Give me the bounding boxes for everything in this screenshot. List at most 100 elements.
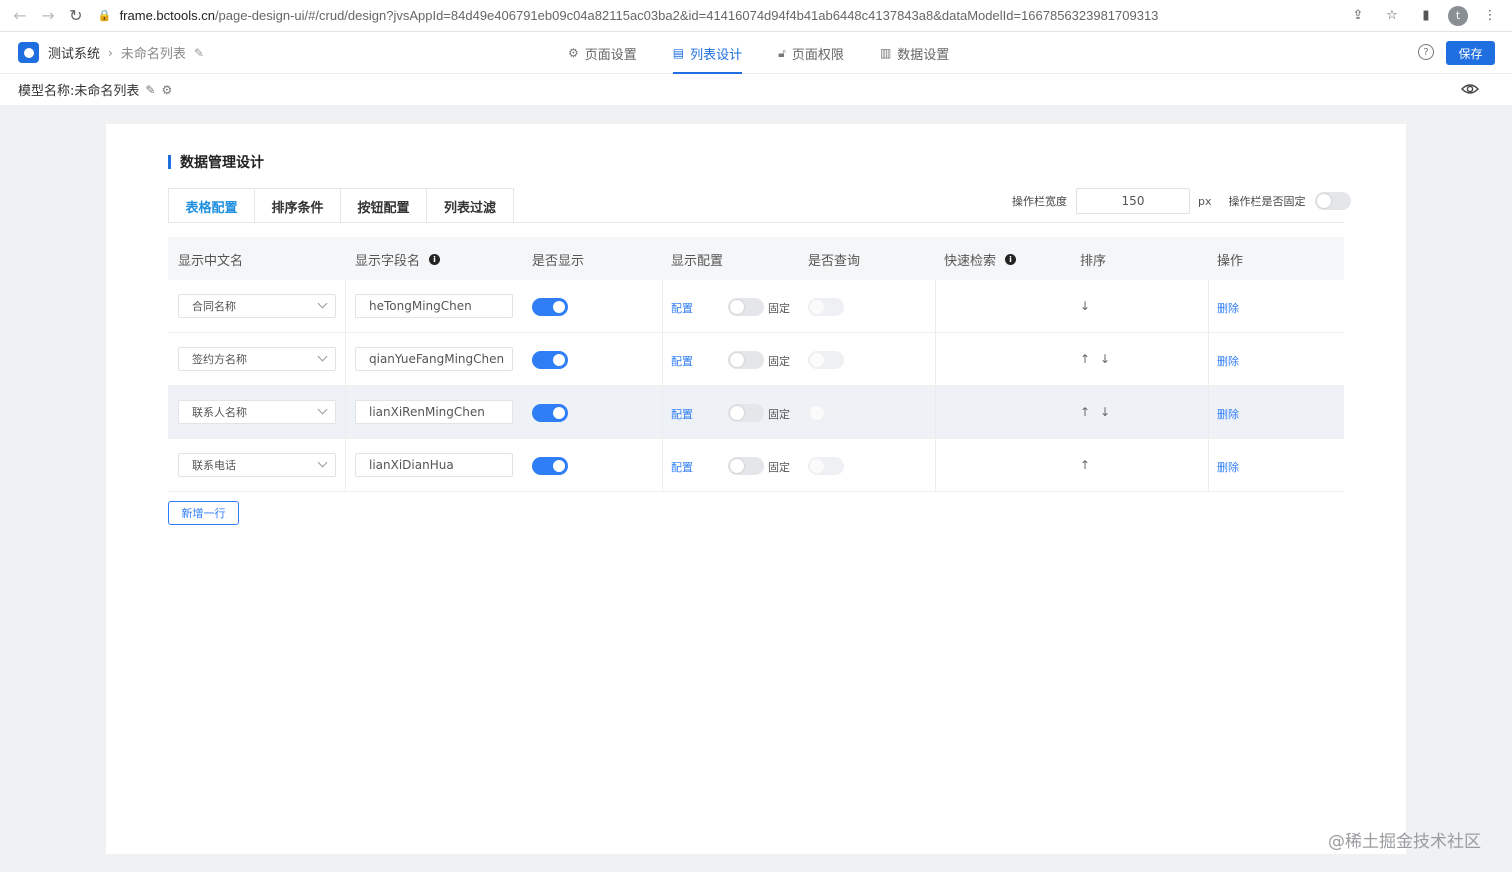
url-path: /page-design-ui/#/crud/design?jvsAppId=8… bbox=[214, 8, 1159, 23]
help-icon[interactable]: ? bbox=[1418, 44, 1434, 60]
chevron-down-icon bbox=[317, 298, 328, 309]
delete-link[interactable]: 删除 bbox=[1217, 300, 1239, 316]
app-header: 测试系统 › 未命名列表 ✎ ⚙ 页面设置 ▤ 列表设计 🔓︎ 页面权限 ▥ 数… bbox=[0, 32, 1512, 74]
field-table: 显示中文名 显示字段名 i 是否显示 显示配置 是否查询 快速检索 i 排序 操… bbox=[168, 237, 1344, 492]
add-row-button[interactable]: 新增一行 bbox=[168, 501, 239, 525]
share-icon[interactable]: ⇪ bbox=[1346, 4, 1370, 28]
design-card: 数据管理设计 表格配置 排序条件 按钮配置 列表过滤 操作栏宽度 150 px … bbox=[106, 124, 1406, 854]
back-icon[interactable]: ← bbox=[6, 2, 34, 30]
save-button[interactable]: 保存 bbox=[1446, 41, 1495, 65]
profile-avatar[interactable]: t bbox=[1448, 5, 1468, 26]
display-name-select[interactable]: 签约方名称 bbox=[178, 347, 336, 371]
page-name: 未命名列表 bbox=[120, 47, 186, 62]
fixed-label: 固定 bbox=[768, 302, 790, 315]
move-up-icon[interactable]: ↑ bbox=[1080, 405, 1090, 419]
op-width-input[interactable]: 150 bbox=[1076, 188, 1190, 214]
config-link[interactable]: 配置 bbox=[671, 353, 693, 369]
col-display-name: 显示中文名 bbox=[178, 254, 244, 269]
col-quick-search-text: 快速检索 bbox=[944, 254, 997, 269]
model-label: 模型名称: bbox=[18, 84, 75, 99]
tab-label: 页面设置 bbox=[584, 47, 637, 63]
tabs-divider bbox=[168, 222, 1344, 223]
settings-icon[interactable]: ⚙ bbox=[161, 83, 172, 97]
fixed-switch[interactable] bbox=[728, 351, 764, 369]
query-switch[interactable] bbox=[808, 351, 844, 369]
tab-page-settings[interactable]: ⚙ 页面设置 bbox=[568, 32, 637, 74]
field-name-input[interactable]: lianXiDianHua bbox=[355, 453, 513, 477]
show-switch[interactable] bbox=[532, 298, 568, 316]
address-bar[interactable]: 🔒 frame.bctools.cn /page-design-ui/#/cru… bbox=[98, 3, 1346, 29]
table-row: 联系人名称 lianXiRenMingChen 配置 固定 ↑ ↓ 删除 bbox=[168, 386, 1344, 439]
brand-logo-icon bbox=[18, 42, 39, 63]
fixed-label: 固定 bbox=[768, 355, 790, 368]
field-name-input[interactable]: qianYueFangMingChen bbox=[355, 347, 513, 371]
subtab-list-filter[interactable]: 列表过滤 bbox=[427, 189, 513, 223]
op-fixed-label: 操作栏是否固定 bbox=[1228, 195, 1306, 208]
eye-icon[interactable] bbox=[1461, 83, 1479, 95]
field-name-input[interactable]: lianXiRenMingChen bbox=[355, 400, 513, 424]
col-actions: 操作 bbox=[1217, 254, 1244, 269]
edit-icon[interactable]: ✎ bbox=[194, 46, 204, 60]
browser-toolbar: ← → ↻ 🔒 frame.bctools.cn /page-design-ui… bbox=[0, 0, 1512, 32]
config-link[interactable]: 配置 bbox=[671, 406, 693, 422]
fixed-switch[interactable] bbox=[728, 404, 764, 422]
fixed-switch[interactable] bbox=[728, 298, 764, 316]
tab-data-settings[interactable]: ▥ 数据设置 bbox=[880, 32, 949, 74]
chevron-down-icon bbox=[317, 351, 328, 362]
query-switch[interactable] bbox=[808, 457, 844, 475]
delete-link[interactable]: 删除 bbox=[1217, 459, 1239, 475]
info-icon[interactable]: i bbox=[429, 254, 441, 265]
col-show: 是否显示 bbox=[532, 254, 585, 269]
table-row: 合同名称 heTongMingChen 配置 固定 ↓ 删除 bbox=[168, 280, 1344, 333]
query-switch[interactable] bbox=[808, 298, 844, 316]
col-display-config: 显示配置 bbox=[671, 254, 724, 269]
display-name-select[interactable]: 联系电话 bbox=[178, 453, 336, 477]
config-link[interactable]: 配置 bbox=[671, 459, 693, 475]
star-icon[interactable]: ☆ bbox=[1380, 4, 1404, 28]
delete-link[interactable]: 删除 bbox=[1217, 353, 1239, 369]
display-name-select[interactable]: 合同名称 bbox=[178, 294, 336, 318]
tab-list-design[interactable]: ▤ 列表设计 bbox=[672, 32, 743, 74]
tab-label: 页面权限 bbox=[791, 47, 844, 63]
delete-link[interactable]: 删除 bbox=[1217, 406, 1239, 422]
col-quick-search: 快速检索 i bbox=[944, 250, 1017, 269]
table-row: 联系电话 lianXiDianHua 配置 固定 ↑ 删除 bbox=[168, 439, 1344, 492]
subtab-button-config[interactable]: 按钮配置 bbox=[341, 189, 427, 223]
chevron-right-icon: › bbox=[108, 45, 113, 60]
tab-page-permissions[interactable]: 🔓︎ 页面权限 bbox=[778, 32, 844, 74]
col-field-name: 显示字段名 i bbox=[355, 250, 441, 269]
move-down-icon[interactable]: ↓ bbox=[1100, 405, 1110, 419]
move-up-icon[interactable]: ↑ bbox=[1080, 458, 1090, 472]
forward-icon[interactable]: → bbox=[34, 2, 62, 30]
table-header: 显示中文名 显示字段名 i 是否显示 显示配置 是否查询 快速检索 i 排序 操… bbox=[168, 237, 1344, 280]
config-link[interactable]: 配置 bbox=[671, 300, 693, 316]
subtab-table-config[interactable]: 表格配置 bbox=[169, 189, 255, 223]
brand-name[interactable]: 测试系统 bbox=[48, 43, 100, 62]
op-fixed-switch[interactable] bbox=[1314, 192, 1351, 210]
select-value: 合同名称 bbox=[192, 300, 236, 313]
select-value: 联系电话 bbox=[192, 459, 236, 472]
table-row: 签约方名称 qianYueFangMingChen 配置 固定 ↑ ↓ 删除 bbox=[168, 333, 1344, 386]
list-icon: ▤ bbox=[672, 46, 685, 60]
field-name-input[interactable]: heTongMingChen bbox=[355, 294, 513, 318]
more-menu-icon[interactable]: ⋮ bbox=[1478, 4, 1502, 28]
reload-icon[interactable]: ↻ bbox=[62, 2, 90, 30]
move-down-icon[interactable]: ↓ bbox=[1080, 299, 1090, 313]
op-width-unit: px bbox=[1198, 194, 1212, 208]
subtab-sort-conditions[interactable]: 排序条件 bbox=[255, 189, 341, 223]
show-switch[interactable] bbox=[532, 457, 568, 475]
chevron-down-icon bbox=[317, 457, 328, 468]
move-down-icon[interactable]: ↓ bbox=[1100, 352, 1110, 366]
show-switch[interactable] bbox=[532, 404, 568, 422]
move-up-icon[interactable]: ↑ bbox=[1080, 352, 1090, 366]
info-icon[interactable]: i bbox=[1005, 254, 1017, 265]
show-switch[interactable] bbox=[532, 351, 568, 369]
sidebar-icon[interactable]: ▮ bbox=[1414, 4, 1438, 28]
fixed-switch[interactable] bbox=[728, 457, 764, 475]
edit-icon[interactable]: ✎ bbox=[145, 83, 155, 97]
chevron-down-icon bbox=[317, 404, 328, 415]
display-name-select[interactable]: 联系人名称 bbox=[178, 400, 336, 424]
col-query: 是否查询 bbox=[808, 254, 861, 269]
select-value: 签约方名称 bbox=[192, 353, 247, 366]
query-switch[interactable] bbox=[808, 404, 844, 422]
